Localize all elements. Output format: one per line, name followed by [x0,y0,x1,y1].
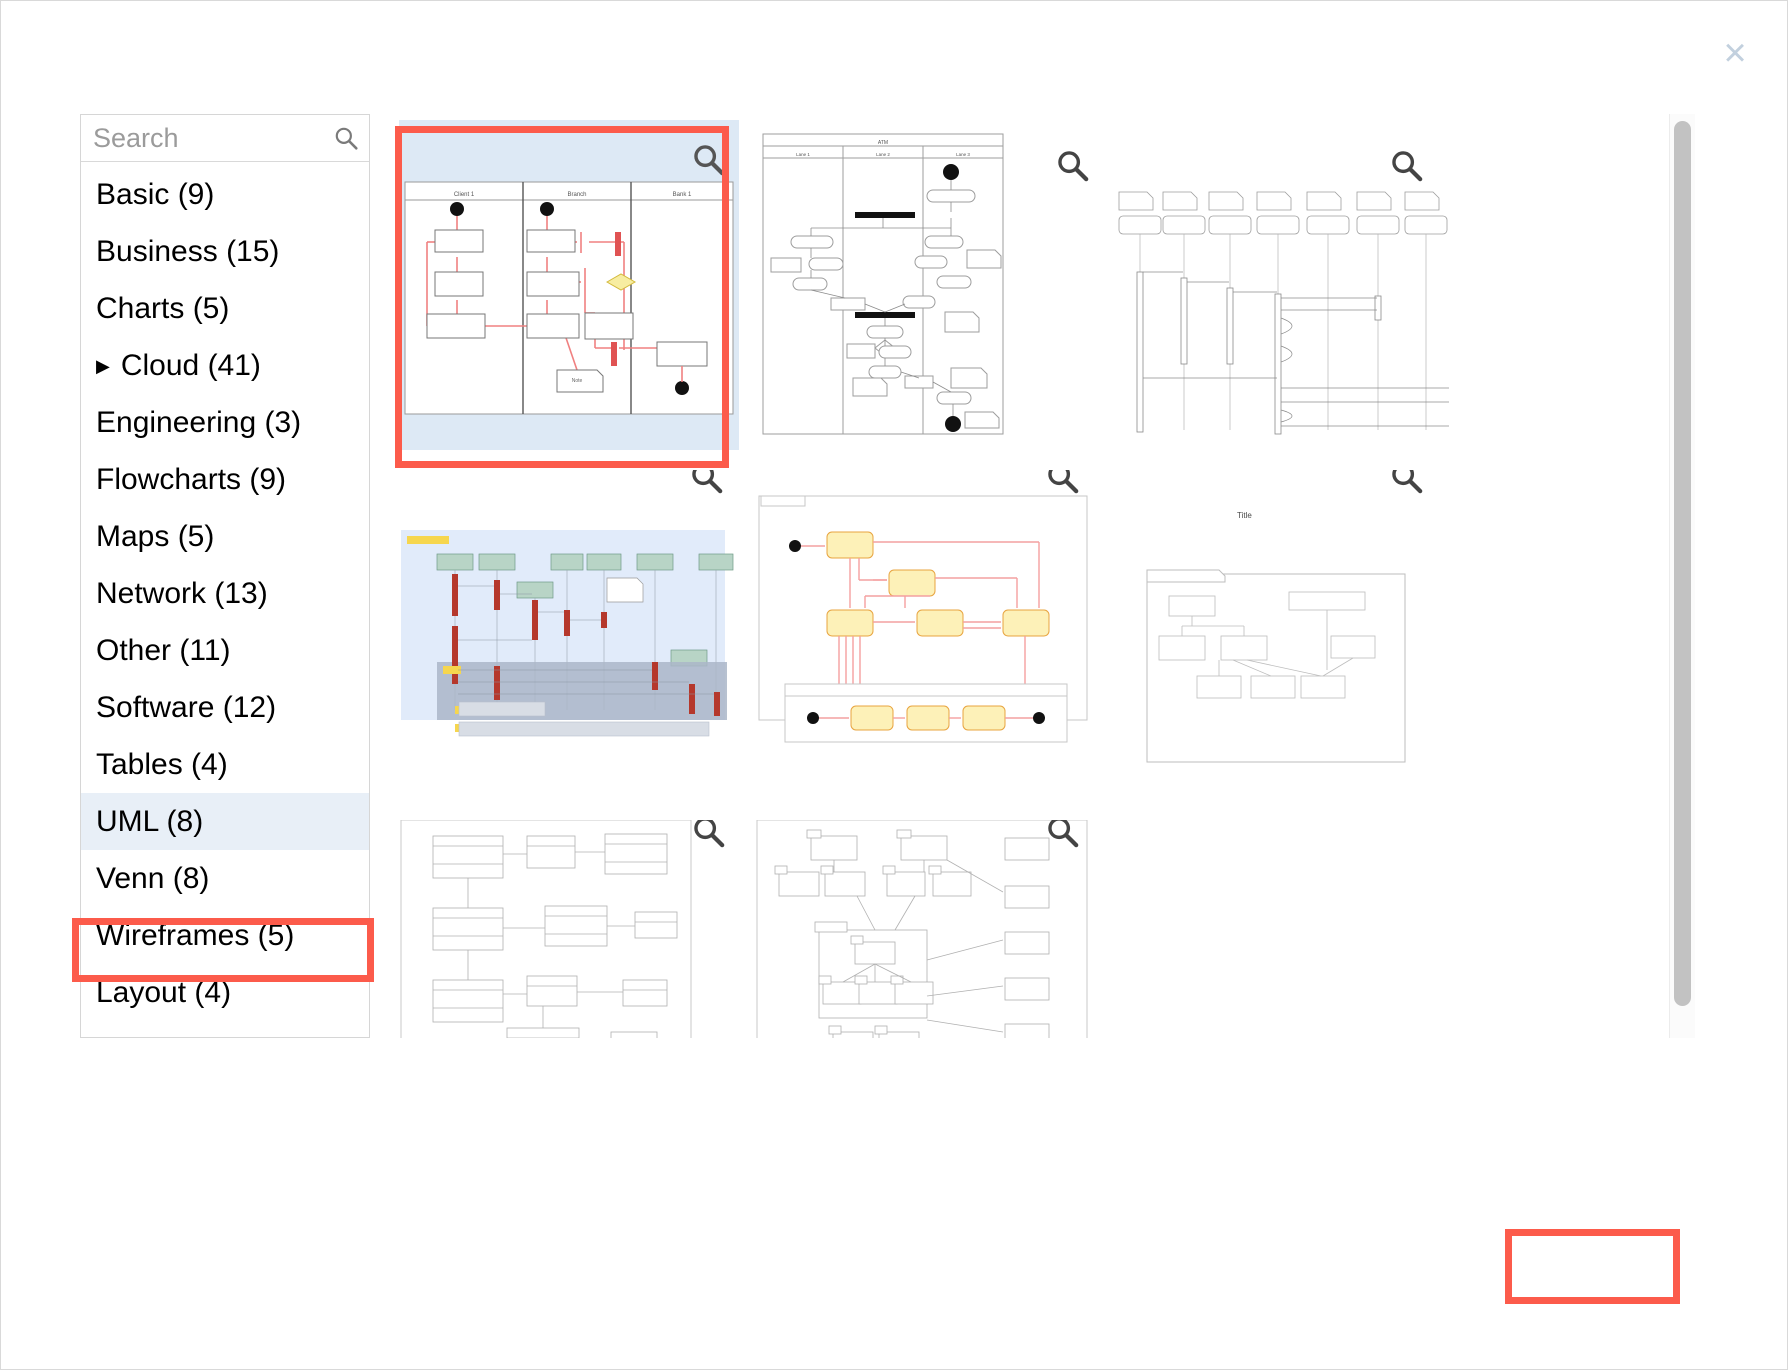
sidebar-item-label: Basic (9) [96,178,214,212]
close-icon[interactable]: × [1711,29,1759,77]
sidebar-item-other[interactable]: Other (11) [81,622,369,679]
magnify-icon[interactable] [1389,470,1423,494]
sidebar-item-business[interactable]: Business (15) [81,223,369,280]
category-sidebar: Basic (9) Business (15) Charts (5) ▶ Cloud (… [80,114,370,1038]
thumb-artwork [755,820,1095,1038]
template-thumb-component-diagram[interactable] [755,820,1095,1038]
sidebar-item-label: Business (15) [96,235,279,269]
svg-text:Branch: Branch [567,192,586,198]
search-row [81,115,369,162]
template-thumb-class-diagram[interactable]: Title [1111,470,1451,808]
svg-text:Bank 1: Bank 1 [673,192,692,198]
template-thumb-sequence-colored[interactable] [399,470,739,808]
magnify-icon[interactable] [691,820,725,848]
sidebar-item-layout[interactable]: Layout (4) [81,964,369,1021]
sidebar-item-network[interactable]: Network (13) [81,565,369,622]
magnify-icon[interactable] [1045,820,1079,848]
sidebar-item-label: Engineering (3) [96,406,301,440]
chevron-right-icon[interactable]: ▶ [96,357,110,375]
sidebar-item-engineering[interactable]: Engineering (3) [81,394,369,451]
sidebar-item-flowcharts[interactable]: Flowcharts (9) [81,451,369,508]
magnify-icon[interactable] [691,142,725,176]
template-grid: Client 1 Branch Bank 1 [393,114,1690,1038]
template-thumb-state-machine[interactable] [755,470,1095,808]
svg-text:Lane 2: Lane 2 [876,152,890,157]
svg-text:ATM: ATM [878,140,888,146]
search-input[interactable] [81,115,369,161]
thumb-artwork [399,820,739,1038]
sidebar-item-software[interactable]: Software (12) [81,679,369,736]
sidebar-item-label: Tables (4) [96,748,228,782]
sidebar-item-wireframes[interactable]: Wireframes (5) [81,907,369,964]
sidebar-item-label: Wireframes (5) [96,919,294,953]
thumb-artwork: ATM Lane 1 Lane 2 Lane 3 [755,120,1095,450]
svg-text:Title: Title [1237,511,1252,520]
magnify-icon[interactable] [689,470,723,494]
thumb-artwork [399,470,739,800]
svg-text:Note: Note [572,378,583,384]
sidebar-item-uml[interactable]: UML (8) [81,793,369,850]
sidebar-item-label: Flowcharts (9) [96,463,286,497]
sidebar-item-basic[interactable]: Basic (9) [81,166,369,223]
sidebar-item-charts[interactable]: Charts (5) [81,280,369,337]
svg-text:Lane 3: Lane 3 [956,152,970,157]
sidebar-item-label: Layout (4) [96,976,231,1010]
template-thumb-class-diagram-2[interactable] [399,820,739,1038]
dialog-footer: Cancel From Template URL Insert [1,1199,1787,1369]
sidebar-item-venn[interactable]: Venn (8) [81,850,369,907]
template-thumb-sequence[interactable] [1111,120,1451,458]
scrollbar-thumb[interactable] [1674,121,1691,1006]
template-picker-dialog: × Basic (9) Business (15) Charts (5) ▶ Cloud… [0,0,1788,1370]
sidebar-item-label: Software (12) [96,691,276,725]
thumb-artwork: Title [1111,470,1451,800]
svg-text:Client 1: Client 1 [454,192,475,198]
thumb-artwork: Client 1 Branch Bank 1 [399,120,739,450]
sidebar-item-label: UML (8) [96,805,203,839]
sidebar-item-tables[interactable]: Tables (4) [81,736,369,793]
svg-text:Lane 1: Lane 1 [796,152,810,157]
template-thumb-activity-swimlane[interactable]: Client 1 Branch Bank 1 [399,120,739,458]
magnify-icon[interactable] [1389,148,1423,182]
magnify-icon[interactable] [1045,470,1079,494]
sidebar-item-cloud[interactable]: ▶ Cloud (41) [81,337,369,394]
thumb-artwork [755,470,1095,800]
sidebar-item-label: Charts (5) [96,292,229,326]
template-grid-pane: Client 1 Branch Bank 1 [393,114,1690,1038]
sidebar-item-label: Network (13) [96,577,268,611]
magnify-icon[interactable] [1055,148,1089,182]
sidebar-item-label: Venn (8) [96,862,209,896]
sidebar-item-label: Maps (5) [96,520,214,554]
sidebar-item-label: Other (11) [96,634,231,668]
template-thumb-activity-3lane[interactable]: ATM Lane 1 Lane 2 Lane 3 [755,120,1095,458]
sidebar-item-maps[interactable]: Maps (5) [81,508,369,565]
category-list: Basic (9) Business (15) Charts (5) ▶ Cloud (… [81,162,369,1021]
sidebar-item-label: Cloud (41) [121,349,261,383]
